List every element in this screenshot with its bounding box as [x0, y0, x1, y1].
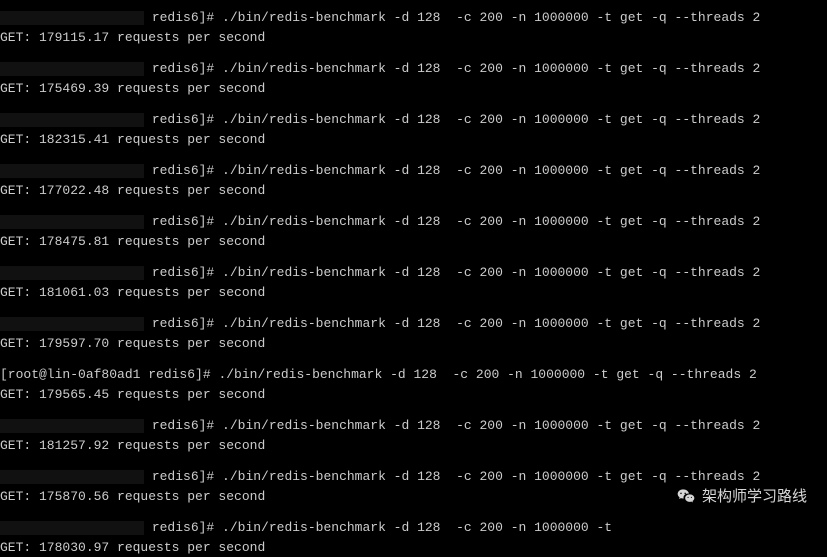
benchmark-command: ./bin/redis-benchmark -d 128 -c 200 -n 1…: [222, 10, 760, 25]
benchmark-result: GET: 179565.45 requests per second: [0, 385, 827, 405]
benchmark-result: GET: 179597.70 requests per second: [0, 334, 827, 354]
redacted-hostname: [0, 470, 144, 484]
redacted-hostname: [0, 215, 144, 229]
benchmark-run: redis6]# ./bin/redis-benchmark -d 128 -c…: [0, 59, 827, 98]
watermark-overlay: 架构师学习路线: [676, 485, 807, 506]
redacted-hostname: [0, 11, 144, 25]
benchmark-result: GET: 178475.81 requests per second: [0, 232, 827, 252]
redacted-hostname: [0, 113, 144, 127]
redacted-hostname: [0, 266, 144, 280]
benchmark-result: GET: 177022.48 requests per second: [0, 181, 827, 201]
wechat-icon: [676, 486, 696, 506]
command-line: redis6]# ./bin/redis-benchmark -d 128 -c…: [0, 161, 827, 181]
prompt-dir: redis6]#: [152, 61, 214, 76]
benchmark-result: GET: 179115.17 requests per second: [0, 28, 827, 48]
benchmark-run: redis6]# ./bin/redis-benchmark -d 128 -c…: [0, 110, 827, 149]
redacted-hostname: [0, 419, 144, 433]
prompt-dir: redis6]#: [152, 214, 214, 229]
benchmark-result: GET: 181061.03 requests per second: [0, 283, 827, 303]
benchmark-run: redis6]# ./bin/redis-benchmark -d 128 -c…: [0, 314, 827, 353]
command-line: redis6]# ./bin/redis-benchmark -d 128 -c…: [0, 212, 827, 232]
benchmark-run: redis6]# ./bin/redis-benchmark -d 128 -c…: [0, 416, 827, 455]
command-line: redis6]# ./bin/redis-benchmark -d 128 -c…: [0, 8, 827, 28]
redacted-hostname: [0, 62, 144, 76]
prompt-dir: redis6]#: [152, 265, 214, 280]
command-line: redis6]# ./bin/redis-benchmark -d 128 -c…: [0, 467, 827, 487]
prompt-dir: redis6]#: [152, 316, 214, 331]
prompt-dir: redis6]#: [152, 469, 214, 484]
benchmark-command: ./bin/redis-benchmark -d 128 -c 200 -n 1…: [222, 214, 760, 229]
prompt-dir: redis6]#: [152, 520, 214, 535]
benchmark-run: redis6]# ./bin/redis-benchmark -d 128 -c…: [0, 8, 827, 47]
benchmark-run: redis6]# ./bin/redis-benchmark -d 128 -c…: [0, 161, 827, 200]
benchmark-command: ./bin/redis-benchmark -d 128 -c 200 -n 1…: [222, 265, 760, 280]
benchmark-command: ./bin/redis-benchmark -d 128 -c 200 -n 1…: [222, 418, 760, 433]
command-line: redis6]# ./bin/redis-benchmark -d 128 -c…: [0, 110, 827, 130]
benchmark-run: redis6]# ./bin/redis-benchmark -d 128 -c…: [0, 263, 827, 302]
prompt-dir: redis6]#: [152, 10, 214, 25]
benchmark-command: ./bin/redis-benchmark -d 128 -c 200 -n 1…: [222, 520, 612, 535]
benchmark-result: GET: 175469.39 requests per second: [0, 79, 827, 99]
benchmark-result: GET: 181257.92 requests per second: [0, 436, 827, 456]
benchmark-command: ./bin/redis-benchmark -d 128 -c 200 -n 1…: [218, 367, 756, 382]
redacted-hostname: [0, 317, 144, 331]
command-line: redis6]# ./bin/redis-benchmark -d 128 -c…: [0, 416, 827, 436]
benchmark-command: ./bin/redis-benchmark -d 128 -c 200 -n 1…: [222, 469, 760, 484]
benchmark-command: ./bin/redis-benchmark -d 128 -c 200 -n 1…: [222, 163, 760, 178]
prompt-dir: redis6]#: [152, 163, 214, 178]
benchmark-result: GET: 182315.41 requests per second: [0, 130, 827, 150]
redacted-hostname: [0, 164, 144, 178]
terminal-output[interactable]: redis6]# ./bin/redis-benchmark -d 128 -c…: [0, 0, 827, 557]
benchmark-command: ./bin/redis-benchmark -d 128 -c 200 -n 1…: [222, 112, 760, 127]
benchmark-command: ./bin/redis-benchmark -d 128 -c 200 -n 1…: [222, 316, 760, 331]
prompt-full: [root@lin-0af80ad1 redis6]#: [0, 367, 211, 382]
benchmark-run: redis6]# ./bin/redis-benchmark -d 128 -c…: [0, 212, 827, 251]
redacted-hostname: [0, 521, 144, 535]
command-line: redis6]# ./bin/redis-benchmark -d 128 -c…: [0, 518, 827, 538]
benchmark-command: ./bin/redis-benchmark -d 128 -c 200 -n 1…: [222, 61, 760, 76]
benchmark-run: [root@lin-0af80ad1 redis6]# ./bin/redis-…: [0, 365, 827, 404]
benchmark-result: GET: 178030.97 requests per second: [0, 538, 827, 557]
command-line: redis6]# ./bin/redis-benchmark -d 128 -c…: [0, 263, 827, 283]
command-line: redis6]# ./bin/redis-benchmark -d 128 -c…: [0, 59, 827, 79]
prompt-dir: redis6]#: [152, 418, 214, 433]
prompt-dir: redis6]#: [152, 112, 214, 127]
watermark-text: 架构师学习路线: [702, 485, 807, 506]
command-line: [root@lin-0af80ad1 redis6]# ./bin/redis-…: [0, 365, 827, 385]
command-line: redis6]# ./bin/redis-benchmark -d 128 -c…: [0, 314, 827, 334]
